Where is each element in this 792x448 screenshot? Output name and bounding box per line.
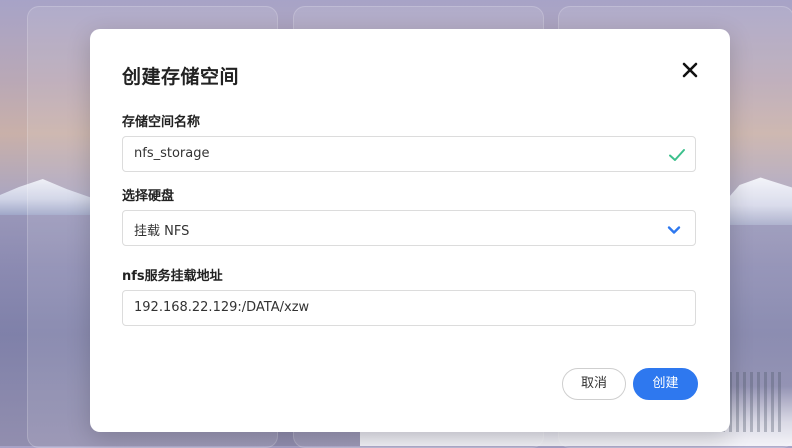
background-mountain-left: [0, 179, 95, 215]
close-icon: [682, 62, 698, 78]
background-trees: [722, 372, 782, 432]
storage-name-label: 存储空间名称: [122, 115, 201, 130]
nfs-address-value: 192.168.22.129:/DATA/xzw: [134, 300, 310, 315]
check-icon: [669, 149, 685, 161]
storage-name-input[interactable]: nfs_storage: [122, 136, 696, 172]
cancel-button[interactable]: 取消: [562, 368, 626, 400]
select-disk-label: 选择硬盘: [122, 189, 175, 204]
nfs-address-label: nfs服务挂载地址: [122, 269, 223, 284]
dialog-title: 创建存储空间: [122, 66, 240, 88]
storage-name-value: nfs_storage: [134, 146, 210, 161]
create-button[interactable]: 创建: [633, 368, 698, 400]
background-mountain-right: [722, 177, 792, 225]
close-button[interactable]: [678, 58, 702, 82]
create-storage-dialog: 创建存储空间 存储空间名称 nfs_storage 选择硬盘 挂载 NFS nf…: [90, 29, 730, 432]
select-disk-value: 挂载 NFS: [134, 224, 190, 239]
nfs-address-input[interactable]: 192.168.22.129:/DATA/xzw: [122, 290, 696, 326]
select-disk-dropdown[interactable]: 挂载 NFS: [122, 210, 696, 246]
chevron-down-icon: [667, 226, 681, 234]
